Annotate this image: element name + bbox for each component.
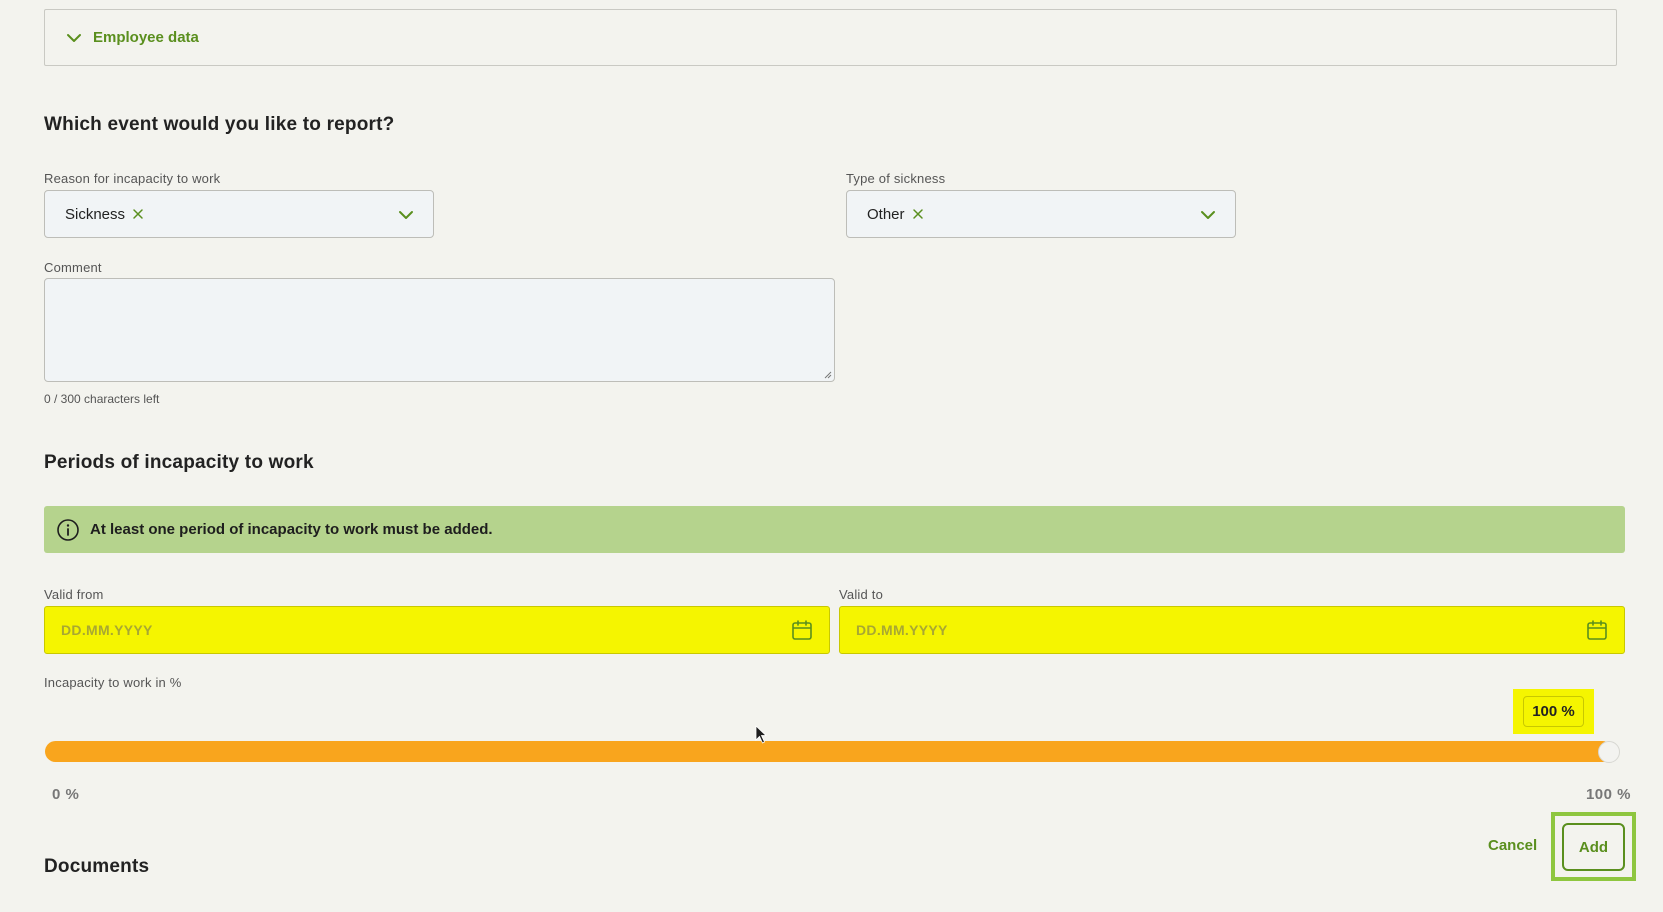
comment-label: Comment <box>44 260 102 275</box>
valid-from-label: Valid from <box>44 587 104 602</box>
employee-data-accordion[interactable]: Employee data <box>44 9 1617 66</box>
chevron-down-icon[interactable] <box>397 206 415 224</box>
calendar-icon[interactable] <box>791 619 813 641</box>
incapacity-slider-track[interactable] <box>45 741 1613 762</box>
add-button[interactable]: Add <box>1562 823 1625 871</box>
close-icon[interactable] <box>912 208 924 220</box>
chevron-down-icon <box>67 33 81 42</box>
cancel-button[interactable]: Cancel <box>1488 837 1537 854</box>
calendar-icon[interactable] <box>1586 619 1608 641</box>
incapacity-label: Incapacity to work in % <box>44 675 182 690</box>
info-message: At least one period of incapacity to wor… <box>90 521 493 538</box>
periods-section-title: Periods of incapacity to work <box>44 452 314 473</box>
reason-value: Sickness <box>65 205 126 223</box>
reason-select[interactable]: Sickness <box>44 190 434 238</box>
documents-section-title: Documents <box>44 856 150 877</box>
sickness-type-select[interactable]: Other <box>846 190 1236 238</box>
info-icon <box>57 518 79 541</box>
chevron-down-icon[interactable] <box>1199 206 1217 224</box>
info-banner: At least one period of incapacity to wor… <box>44 506 1625 553</box>
resize-grip-icon[interactable] <box>822 369 832 379</box>
slider-value-highlight: 100 % <box>1513 689 1594 734</box>
close-icon[interactable] <box>132 208 144 220</box>
incapacity-slider-thumb[interactable] <box>1598 741 1620 763</box>
event-section-title: Which event would you like to report? <box>44 114 395 135</box>
comment-char-count: 0 / 300 characters left <box>44 392 160 406</box>
mouse-cursor-icon <box>755 725 768 744</box>
sickness-type-label: Type of sickness <box>846 171 946 186</box>
slider-min-label: 0 % <box>52 786 80 803</box>
accordion-label: Employee data <box>93 29 199 46</box>
valid-from-input[interactable]: DD.MM.YYYY <box>44 606 830 654</box>
page: Employee data Which event would you like… <box>0 0 1663 912</box>
sickness-type-value: Other <box>867 205 905 223</box>
slider-value: 100 % <box>1523 696 1584 727</box>
valid-to-placeholder: DD.MM.YYYY <box>856 622 948 638</box>
reason-label: Reason for incapacity to work <box>44 171 221 186</box>
comment-textarea[interactable] <box>44 278 835 382</box>
valid-to-label: Valid to <box>839 587 883 602</box>
valid-to-input[interactable]: DD.MM.YYYY <box>839 606 1625 654</box>
valid-from-placeholder: DD.MM.YYYY <box>61 622 153 638</box>
slider-max-label: 100 % <box>1585 786 1631 803</box>
